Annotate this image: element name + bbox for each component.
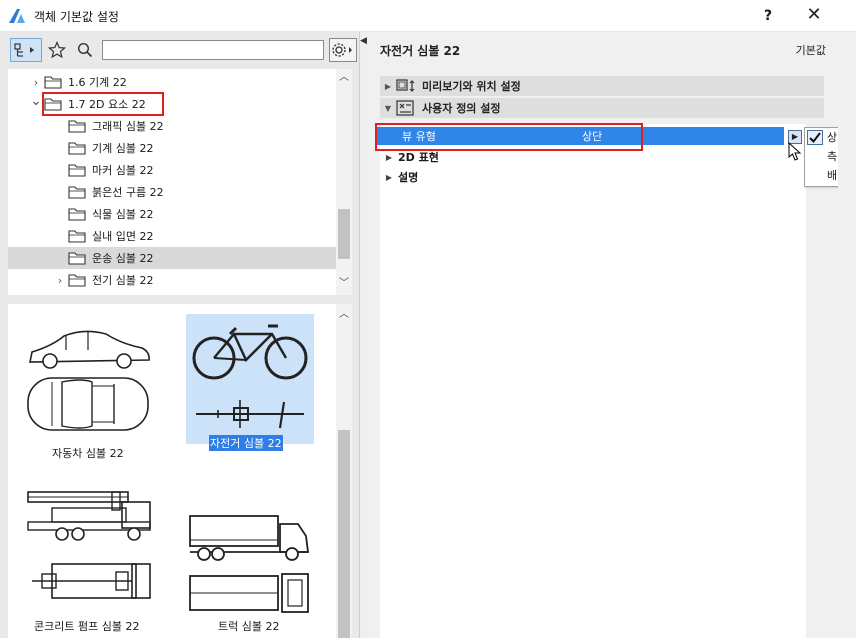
collapse-arrow-icon: ▼ xyxy=(384,103,392,113)
help-button[interactable]: ? xyxy=(752,4,784,28)
tree-item[interactable]: › 1.6 기계 22 xyxy=(8,71,336,93)
gear-icon xyxy=(332,43,352,57)
tree-item-label: 1.6 기계 22 xyxy=(68,76,127,89)
car-icon xyxy=(27,330,150,431)
gallery-label: 자동차 심볼 22 xyxy=(52,447,124,460)
tree-item[interactable]: 운송 심볼 22 xyxy=(8,247,336,269)
preview-position-icon xyxy=(396,79,415,92)
gallery-label-selected: 자전거 심볼 22 xyxy=(209,435,283,451)
concrete-pump-truck-icon xyxy=(27,491,151,599)
folder-icon xyxy=(68,274,86,287)
window-title: 객체 기본값 설정 xyxy=(34,10,119,24)
truck-icon xyxy=(189,515,310,613)
gallery-item-concrete-pump[interactable]: 콘크리트 펌프 심볼 22 xyxy=(8,478,151,638)
tree-item-label: 식물 심볼 22 xyxy=(92,208,154,221)
folder-icon xyxy=(68,252,86,265)
favorites-button[interactable] xyxy=(46,38,68,62)
object-gallery: 자동차 심볼 22 자전거 심볼 22 콘크리트 펌프 심볼 22 트럭 심볼 … xyxy=(8,304,336,638)
search-input[interactable] xyxy=(102,40,324,60)
chevron-right-icon[interactable]: › xyxy=(54,274,66,287)
section-label: 사용자 정의 설정 xyxy=(422,102,501,115)
chevron-down-icon[interactable]: ⌄ xyxy=(30,93,42,109)
folder-icon xyxy=(68,208,86,221)
tree-item[interactable]: 실내 입면 22 xyxy=(8,225,336,247)
tree-item-label: 마커 심볼 22 xyxy=(92,164,154,177)
archicad-app-icon xyxy=(9,9,25,23)
library-settings-button[interactable] xyxy=(329,38,357,62)
highlight-box xyxy=(375,123,643,151)
tree-scroll-thumb[interactable] xyxy=(338,209,350,259)
search-icon xyxy=(77,42,93,58)
default-label: 기본값 xyxy=(795,44,826,57)
parameter-list: 뷰 유형 상단 ▶ 2D 표현 ▶ 설명 xyxy=(376,124,806,638)
folder-icon xyxy=(68,142,86,155)
library-toolbar xyxy=(8,38,357,64)
tree-scrollbar[interactable]: ︿ ﹀ xyxy=(336,69,352,295)
folder-icon xyxy=(44,76,62,89)
folder-icon xyxy=(68,230,86,243)
gallery-item-car[interactable]: 자동차 심볼 22 xyxy=(8,304,150,474)
gallery-label: 트럭 심볼 22 xyxy=(218,620,280,633)
collapse-arrow-icon[interactable]: ◀ xyxy=(360,36,367,46)
section-label: 미리보기와 위치 설정 xyxy=(422,80,521,93)
scroll-down-arrow[interactable]: ﹀ xyxy=(336,277,352,291)
tree-item[interactable]: 식물 심볼 22 xyxy=(8,203,336,225)
tree-item[interactable]: 마커 심볼 22 xyxy=(8,159,336,181)
tree-item-label: 붉은선 구름 22 xyxy=(92,186,164,199)
expand-arrow-icon: ▶ xyxy=(385,172,393,182)
tree-item-label: 전기 심볼 22 xyxy=(92,274,154,287)
tree-item-label: 그래픽 심볼 22 xyxy=(92,120,164,133)
tree-item[interactable]: 붉은선 구름 22 xyxy=(8,181,336,203)
section-preview-position[interactable]: ▶ 미리보기와 위치 설정 xyxy=(380,76,824,96)
panel-splitter[interactable]: ◀ xyxy=(360,32,368,638)
view-mode-button[interactable] xyxy=(10,38,42,62)
custom-settings-icon xyxy=(396,100,414,116)
tree-item-label: 실내 입면 22 xyxy=(92,230,154,243)
gallery-item-bicycle[interactable]: 자전거 심볼 22 xyxy=(186,314,314,451)
folder-icon xyxy=(68,186,86,199)
library-panel: › 1.6 기계 22 ⌄ 1.7 2D 요소 22 그래픽 심볼 22 기계 심볼 22… xyxy=(0,32,360,638)
folder-view-icon xyxy=(14,43,34,57)
star-icon xyxy=(48,41,66,59)
right-scrollbar-area xyxy=(838,32,856,638)
tree-item[interactable]: 그래픽 심볼 22 xyxy=(8,115,336,137)
param-group-label: 2D 표현 xyxy=(398,151,439,164)
tree-item-label: 기계 심볼 22 xyxy=(92,142,154,155)
checkmark-icon xyxy=(807,130,823,145)
gallery-scrollbar[interactable]: ︿ xyxy=(336,304,352,638)
param-group-label: 설명 xyxy=(398,171,419,184)
tree-item-label: 운송 심볼 22 xyxy=(92,252,154,265)
gallery-label: 콘크리트 펌프 심볼 22 xyxy=(34,620,140,633)
expand-arrow-icon: ▶ xyxy=(384,81,392,91)
object-title: 자전거 심볼 22 xyxy=(380,44,461,58)
scroll-up-arrow[interactable]: ︿ xyxy=(336,71,352,85)
section-custom-settings[interactable]: ▼ 사용자 정의 설정 xyxy=(380,98,824,118)
highlight-box xyxy=(42,92,164,116)
folder-icon xyxy=(68,120,86,133)
bicycle-icon xyxy=(192,324,308,429)
folder-icon xyxy=(68,164,86,177)
param-group-description[interactable]: ▶ 설명 xyxy=(380,168,806,186)
tree-item[interactable]: › 전기 심볼 22 xyxy=(8,269,336,291)
gallery-item-truck[interactable]: 트럭 심볼 22 xyxy=(186,478,326,638)
mouse-cursor-icon xyxy=(788,142,802,161)
scroll-up-arrow[interactable]: ︿ xyxy=(336,308,352,322)
tree-item[interactable]: 기계 심볼 22 xyxy=(8,137,336,159)
close-button[interactable]: ✕ xyxy=(792,4,836,28)
chevron-right-icon[interactable]: › xyxy=(30,76,42,89)
search-button[interactable] xyxy=(74,38,96,62)
expand-arrow-icon: ▶ xyxy=(385,152,393,162)
title-bar: 객체 기본값 설정 ? ✕ xyxy=(0,0,856,32)
gallery-scroll-thumb[interactable] xyxy=(338,430,350,638)
